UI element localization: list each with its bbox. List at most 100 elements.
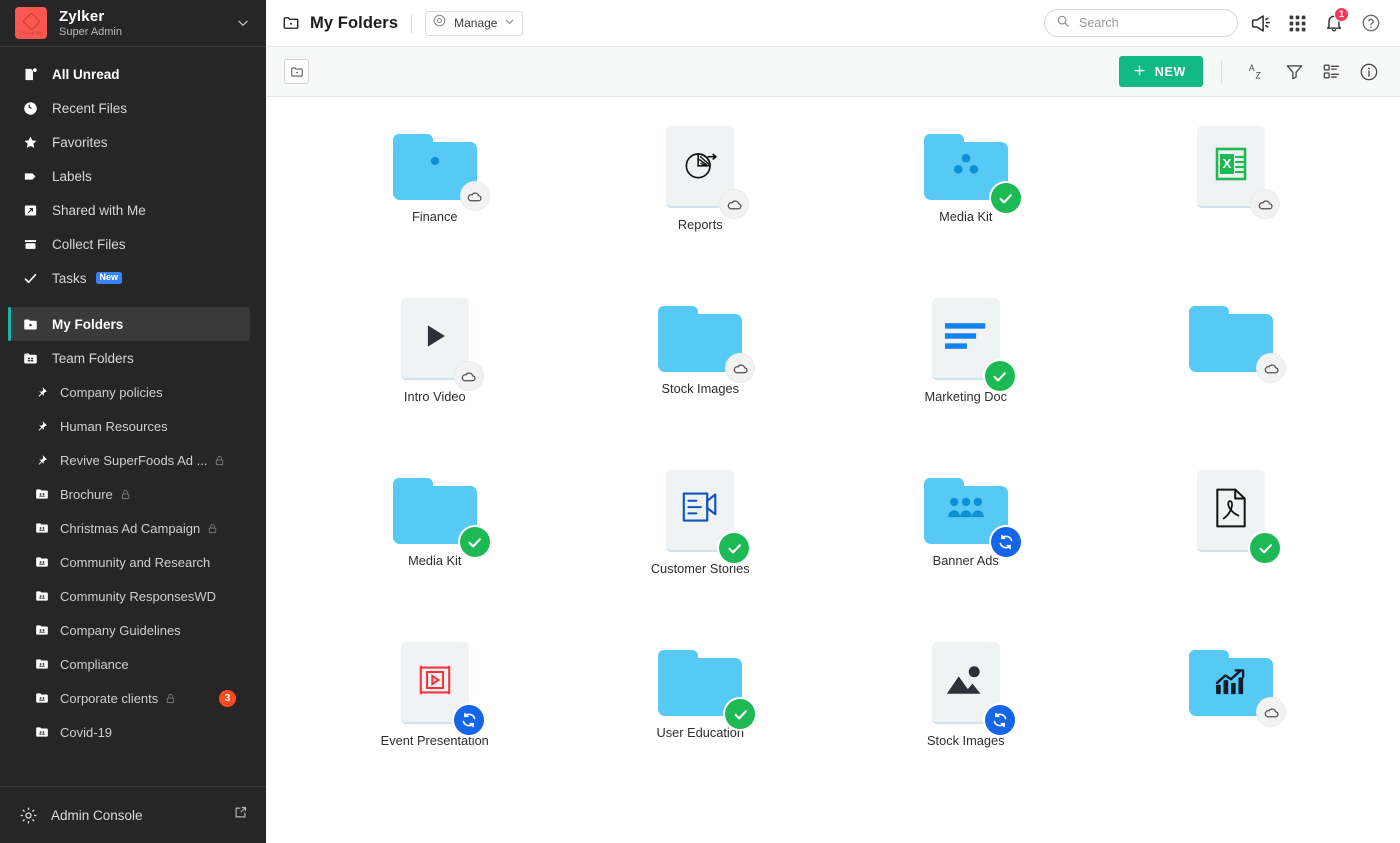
sidebar-item-revive-superfoods-ad[interactable]: Revive SuperFoods Ad ... [0, 443, 266, 477]
grid-item-stock-images-folder[interactable]: Stock Images [568, 287, 834, 459]
file-grid: Finance [266, 115, 1400, 803]
grid-item-marketing-doc[interactable]: Marketing Doc [833, 287, 1099, 459]
sidebar-item-corporate-clients[interactable]: Corporate clients 3 [0, 681, 266, 715]
grid-item-intro-video[interactable]: Intro Video [302, 287, 568, 459]
pin-icon [34, 418, 49, 435]
unread-count-badge: 3 [219, 690, 236, 707]
tray-icon [22, 236, 39, 253]
grid-item-label: Finance [412, 209, 458, 224]
check-icon [22, 270, 39, 287]
current-folder-chip[interactable] [284, 59, 309, 84]
info-icon[interactable] [1353, 56, 1384, 87]
folder-thumbnail [1189, 650, 1273, 716]
folder-thumbnail [393, 478, 477, 544]
grid-item-stock-images-file[interactable]: Stock Images [833, 631, 1099, 803]
svg-text:A: A [1248, 63, 1254, 73]
gear-icon [18, 806, 38, 825]
sidebar-item-label: Compliance [60, 657, 129, 672]
sidebar-item-community-and-research[interactable]: Community and Research [0, 545, 266, 579]
grid-item-banner-ads[interactable]: Banner Ads [833, 459, 1099, 631]
sidebar-item-tasks[interactable]: Tasks New [0, 261, 266, 295]
grid-item-media-kit-2[interactable]: Media Kit [302, 459, 568, 631]
sidebar-item-recent-files[interactable]: Recent Files [0, 91, 266, 125]
my-folder-icon [22, 316, 39, 333]
manage-button[interactable]: Manage [425, 11, 523, 36]
new-button[interactable]: NEW [1119, 56, 1203, 87]
grid-item-event-presentation[interactable]: Event Presentation [302, 631, 568, 803]
sidebar-item-label: Company policies [60, 385, 163, 400]
main-area: My Folders Manage [266, 0, 1400, 843]
notification-count-badge: 1 [1334, 7, 1349, 22]
sidebar-item-collect-files[interactable]: Collect Files [0, 227, 266, 261]
grid-item-label: User Education [657, 725, 745, 740]
grid-item-user-education[interactable]: User Education [568, 631, 834, 803]
grid-item-label: Intro Video [404, 389, 466, 404]
logo-caption: ZYLKER INC [15, 31, 47, 35]
search-input[interactable] [1079, 16, 1226, 30]
sidebar-item-label: Labels [52, 169, 92, 184]
top-bar: My Folders Manage [266, 0, 1400, 47]
image-icon [945, 664, 987, 701]
sidebar-item-my-folders[interactable]: My Folders [8, 307, 250, 341]
sidebar-item-shared-with-me[interactable]: Shared with Me [0, 193, 266, 227]
grid-item-label: Media Kit [408, 553, 461, 568]
sidebar-item-human-resources[interactable]: Human Resources [0, 409, 266, 443]
sort-az-icon[interactable]: AZ [1242, 56, 1273, 87]
sidebar-item-company-policies[interactable]: Company policies [0, 375, 266, 409]
grid-item-customer-stories[interactable]: Customer Stories [568, 459, 834, 631]
external-link-icon[interactable] [233, 805, 248, 825]
search-box[interactable] [1044, 9, 1238, 37]
chevron-down-icon[interactable] [234, 14, 252, 32]
admin-console-row[interactable]: Admin Console [0, 786, 266, 843]
folder-thumbnail [658, 306, 742, 372]
plus-icon [1132, 63, 1147, 81]
sidebar-item-label: Revive SuperFoods Ad ... [60, 453, 207, 468]
grid-item-pdf-file[interactable] [1099, 459, 1365, 631]
status-cloud-icon [1250, 189, 1280, 219]
apps-grid-icon[interactable] [1282, 8, 1312, 38]
sidebar-item-community-responseswd[interactable]: Community ResponsesWD [0, 579, 266, 613]
grid-item-label: Stock Images [927, 733, 1005, 748]
view-list-icon[interactable] [1316, 56, 1347, 87]
status-check-icon [1250, 533, 1280, 563]
org-name: Zylker [59, 8, 234, 25]
sidebar-item-label: Community and Research [60, 555, 210, 570]
grid-item-unnamed-folder-1[interactable] [1099, 287, 1365, 459]
sidebar-item-compliance[interactable]: Compliance [0, 647, 266, 681]
bell-icon[interactable]: 1 [1319, 8, 1349, 38]
pin-icon [34, 452, 49, 469]
status-cloud-icon [1256, 697, 1286, 727]
help-icon[interactable] [1356, 8, 1386, 38]
org-header[interactable]: ZYLKER INC Zylker Super Admin [0, 0, 266, 47]
grid-item-reports[interactable]: Reports [568, 115, 834, 287]
announcement-icon[interactable] [1245, 8, 1275, 38]
grid-item-chart-folder[interactable] [1099, 631, 1365, 803]
sidebar-item-favorites[interactable]: Favorites [0, 125, 266, 159]
file-thumbnail [932, 298, 1000, 380]
team-folder-icon [34, 520, 49, 537]
sidebar-item-label: Corporate clients [60, 691, 158, 706]
team-folder-icon [34, 690, 49, 707]
sidebar-item-christmas-ad-campaign[interactable]: Christmas Ad Campaign [0, 511, 266, 545]
sidebar-item-company-guidelines[interactable]: Company Guidelines [0, 613, 266, 647]
grid-item-excel-file[interactable]: X [1099, 115, 1365, 287]
grid-item-label: Marketing Doc [925, 389, 1008, 404]
breadcrumb[interactable]: My Folders [282, 14, 398, 33]
page-title: My Folders [310, 14, 398, 33]
chevron-down-icon [504, 14, 515, 32]
grid-item-media-kit-1[interactable]: Media Kit [833, 115, 1099, 287]
sidebar-item-team-folders[interactable]: Team Folders [0, 341, 266, 375]
document-lines-icon [944, 321, 988, 356]
story-doc-icon [680, 490, 720, 531]
sidebar-item-brochure[interactable]: Brochure [0, 477, 266, 511]
sidebar-item-all-unread[interactable]: All Unread [0, 57, 266, 91]
admin-console-label: Admin Console [51, 808, 233, 823]
filter-icon[interactable] [1279, 56, 1310, 87]
sidebar-item-labels[interactable]: Labels [0, 159, 266, 193]
status-cloud-icon [1256, 353, 1286, 383]
file-thumbnail: X [1197, 126, 1265, 208]
sidebar-divider-gap [0, 295, 266, 307]
sidebar-item-covid-19[interactable]: Covid-19 [0, 715, 266, 749]
grid-item-finance[interactable]: Finance [302, 115, 568, 287]
action-bar: NEW AZ [266, 47, 1400, 97]
